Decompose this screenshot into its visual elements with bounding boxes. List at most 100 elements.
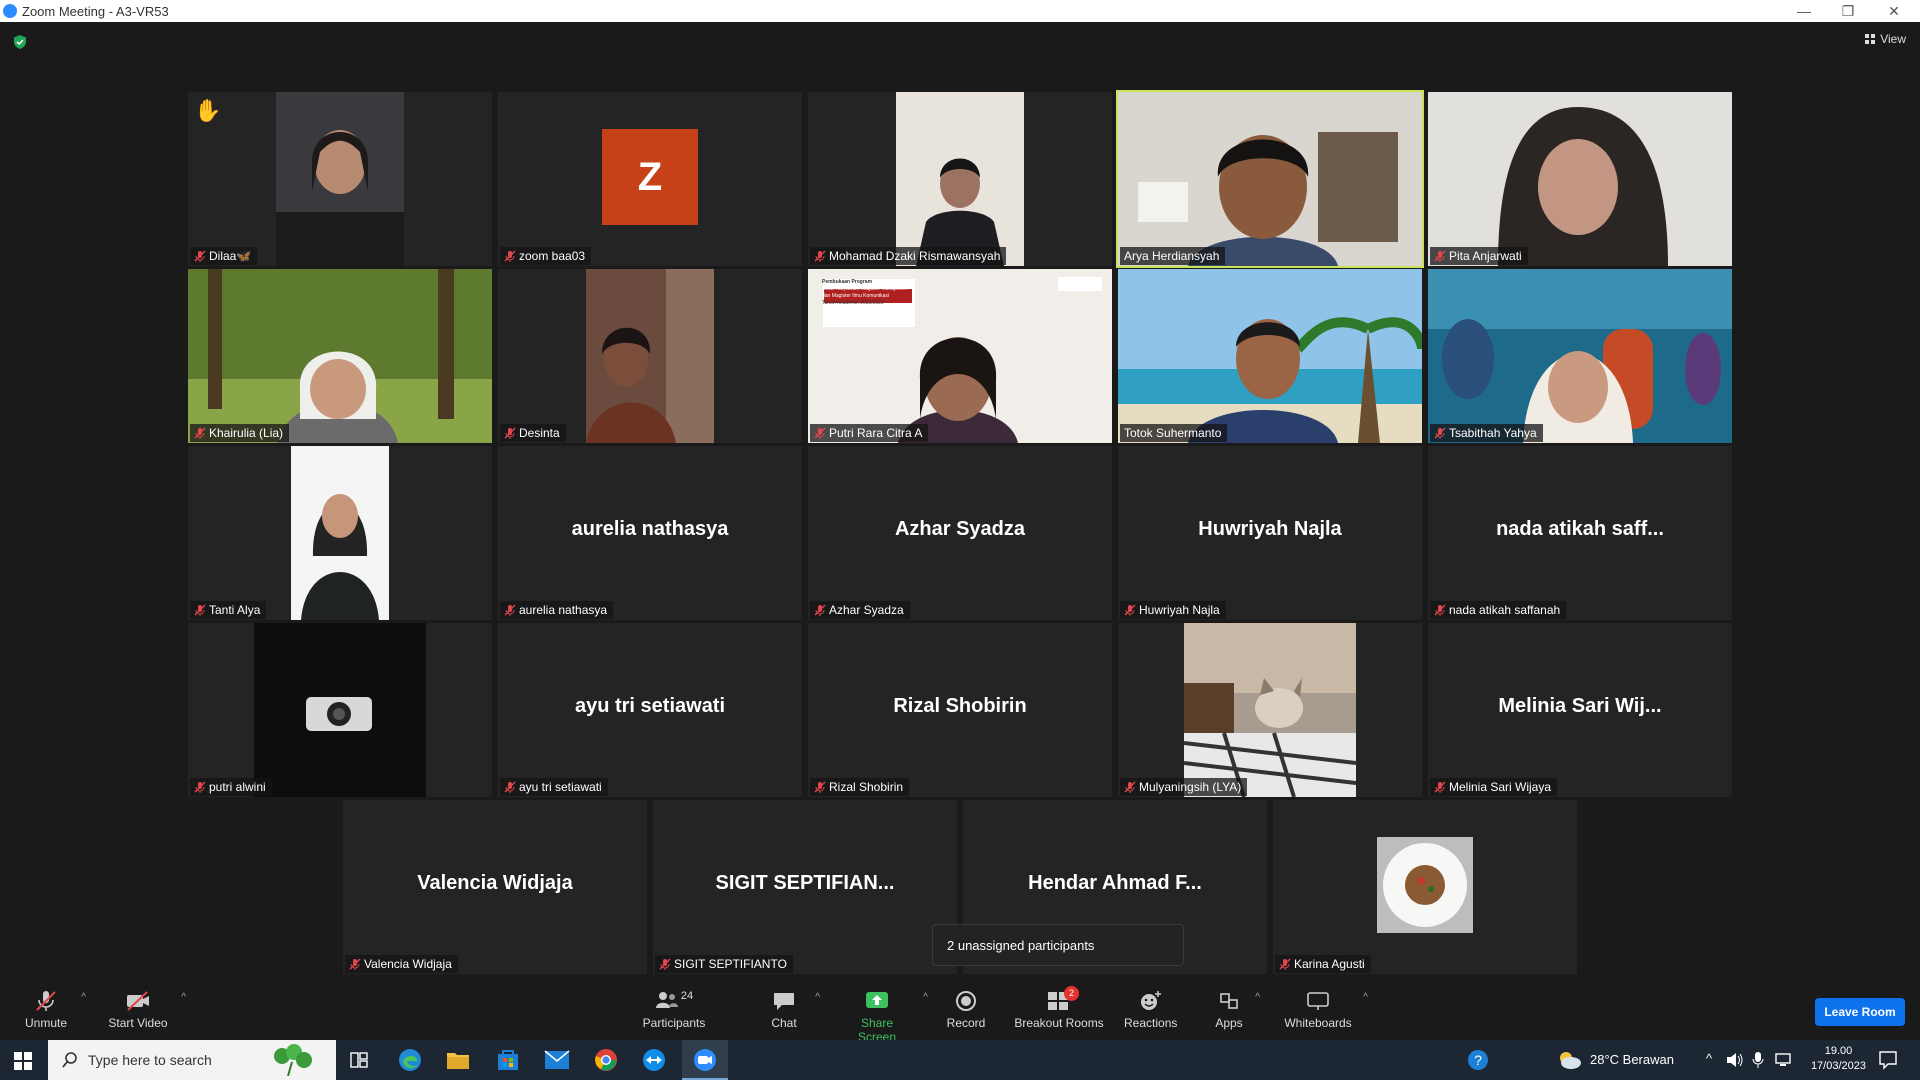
muted-mic-icon [1434,250,1446,262]
close-button[interactable]: ✕ [1874,0,1914,22]
video-tile[interactable]: Azhar Syadza Azhar Syadza [808,446,1112,620]
video-tile[interactable]: Karina Agusti [1273,800,1577,974]
restore-button[interactable]: ❐ [1828,0,1868,22]
muted-mic-icon [194,604,206,616]
chrome-browser-icon[interactable] [594,1048,618,1072]
video-tile[interactable]: Melinia Sari Wij... Melinia Sari Wijaya [1428,623,1732,797]
chat-button[interactable]: Chat ^ [764,990,820,1030]
participant-name-label: Putri Rara Citra A [810,424,929,442]
chat-options-chevron-icon[interactable]: ^ [815,992,820,1003]
video-tile[interactable]: Valencia Widjaja Valencia Widjaja [343,800,647,974]
weather-cloudy-icon[interactable] [1556,1048,1582,1072]
video-tile[interactable]: Desinta [498,269,802,443]
breakout-rooms-button[interactable]: 2 Breakout Rooms [1014,986,1104,1030]
participant-display-name: aurelia nathasya [571,518,729,540]
participant-display-name: Hendar Ahmad F... [1028,872,1202,894]
video-tile[interactable]: Tsabithah Yahya [1428,269,1732,443]
zoom-logo-icon [3,4,17,18]
participant-display-name: SIGIT SEPTIFIAN... [715,872,895,894]
participants-icon [655,992,678,1008]
participant-name-label: Valencia Widjaja [345,955,458,973]
muted-mic-icon [814,781,826,793]
participant-display-name: nada atikah saff... [1496,518,1664,540]
video-tile[interactable]: Rizal Shobirin Rizal Shobirin [808,623,1112,797]
participant-name-label: nada atikah saffanah [1430,601,1567,619]
video-tile[interactable]: aurelia nathasya aurelia nathasya [498,446,802,620]
file-explorer-icon[interactable] [446,1049,470,1071]
video-tile[interactable]: Totok Suhermanto [1118,269,1422,443]
microphone-tray-icon[interactable] [1752,1051,1764,1069]
video-tile[interactable]: ✋ Dilaa🦋 [188,92,492,266]
encryption-shield-icon[interactable] [12,34,28,50]
participants-button[interactable]: 24 Participants [640,990,708,1030]
teamviewer-icon[interactable] [642,1048,666,1072]
view-button[interactable]: View [1865,32,1906,46]
participant-name-label: Totok Suhermanto [1120,424,1228,442]
avatar: Z [602,129,698,225]
video-tile[interactable]: Mohamad Dzaki Rismawansyah [808,92,1112,266]
leave-room-button[interactable]: Leave Room [1815,998,1905,1026]
video-tile-active-speaker[interactable]: Arya Herdiansyah [1116,90,1424,268]
windows-start-icon[interactable] [14,1052,32,1070]
edge-browser-icon[interactable] [398,1048,422,1072]
video-tile[interactable]: Mulyaningsih (LYA) [1118,623,1422,797]
muted-mic-icon [1124,604,1136,616]
muted-mic-icon [814,604,826,616]
network-icon[interactable] [1774,1052,1792,1068]
muted-mic-icon [1124,781,1136,793]
audio-options-chevron-icon[interactable]: ^ [81,992,86,1003]
apps-button[interactable]: Apps ^ [1214,990,1260,1030]
record-icon [956,991,976,1011]
muted-mic-icon [1434,427,1446,439]
record-button[interactable]: Record [946,990,986,1030]
zoom-taskbar-item[interactable] [682,1040,728,1080]
unmute-button[interactable]: Unmute ^ [22,990,86,1030]
microsoft-store-icon[interactable] [496,1048,520,1072]
video-tile[interactable]: Tanti Alya [188,446,492,620]
muted-mic-icon [1434,604,1446,616]
participant-video [1184,623,1356,797]
taskbar-search-box[interactable]: Type here to search [48,1040,336,1080]
muted-mic-icon [814,427,826,439]
weather-text[interactable]: 28°C Berawan [1590,1052,1674,1067]
whiteboards-button[interactable]: Whiteboards ^ [1284,990,1368,1030]
help-icon[interactable]: ? [1466,1048,1490,1072]
task-view-icon[interactable] [350,1052,368,1068]
muted-mic-icon [349,958,361,970]
video-tile[interactable]: ayu tri setiawati ayu tri setiawati [498,623,802,797]
show-hidden-icons-chevron-icon[interactable]: ^ [1706,1051,1712,1066]
participant-video [896,92,1024,266]
muted-mic-icon [194,781,206,793]
video-tile[interactable]: putri alwini [188,623,492,797]
participant-name-label: ayu tri setiawati [500,778,608,796]
video-tile[interactable]: Pembukaan Program Kelas Karyawan, Magist… [808,269,1112,443]
notifications-icon[interactable] [1878,1050,1898,1070]
muted-mic-icon [504,427,516,439]
video-tile[interactable]: Z zoom baa03 [498,92,802,266]
taskbar-clock[interactable]: 19.00 17/03/2023 [1811,1044,1866,1074]
video-options-chevron-icon[interactable]: ^ [181,992,186,1003]
video-tile[interactable]: Huwriyah Najla Huwriyah Najla [1118,446,1422,620]
volume-icon[interactable] [1726,1052,1744,1068]
video-tile[interactable]: Khairulia (Lia) [188,269,492,443]
unassigned-participants-popup[interactable]: 2 unassigned participants [932,924,1184,966]
minimize-button[interactable]: — [1784,0,1824,22]
whiteboards-options-chevron-icon[interactable]: ^ [1363,992,1368,1003]
participant-name-label: Pita Anjarwati [1430,247,1528,265]
mail-icon[interactable] [544,1050,570,1070]
video-tile[interactable]: Pita Anjarwati [1428,92,1732,266]
share-options-chevron-icon[interactable]: ^ [923,992,928,1003]
search-placeholder: Type here to search [88,1052,212,1068]
video-tile[interactable]: nada atikah saff... nada atikah saffanah [1428,446,1732,620]
start-video-button[interactable]: Start Video ^ [106,990,186,1030]
participant-name-label: Khairulia (Lia) [190,424,290,442]
svg-text:?: ? [1474,1052,1482,1068]
video-tile[interactable]: SIGIT SEPTIFIAN... SIGIT SEPTIFIANTO [653,800,957,974]
participant-name-label: Huwriyah Najla [1120,601,1226,619]
participant-video [254,623,426,797]
apps-options-chevron-icon[interactable]: ^ [1255,992,1260,1003]
muted-mic-icon [194,427,206,439]
reactions-button[interactable]: Reactions [1124,990,1177,1030]
participant-name-label: Mulyaningsih (LYA) [1120,778,1248,796]
share-screen-button[interactable]: Share Screen ^ [842,990,928,1044]
